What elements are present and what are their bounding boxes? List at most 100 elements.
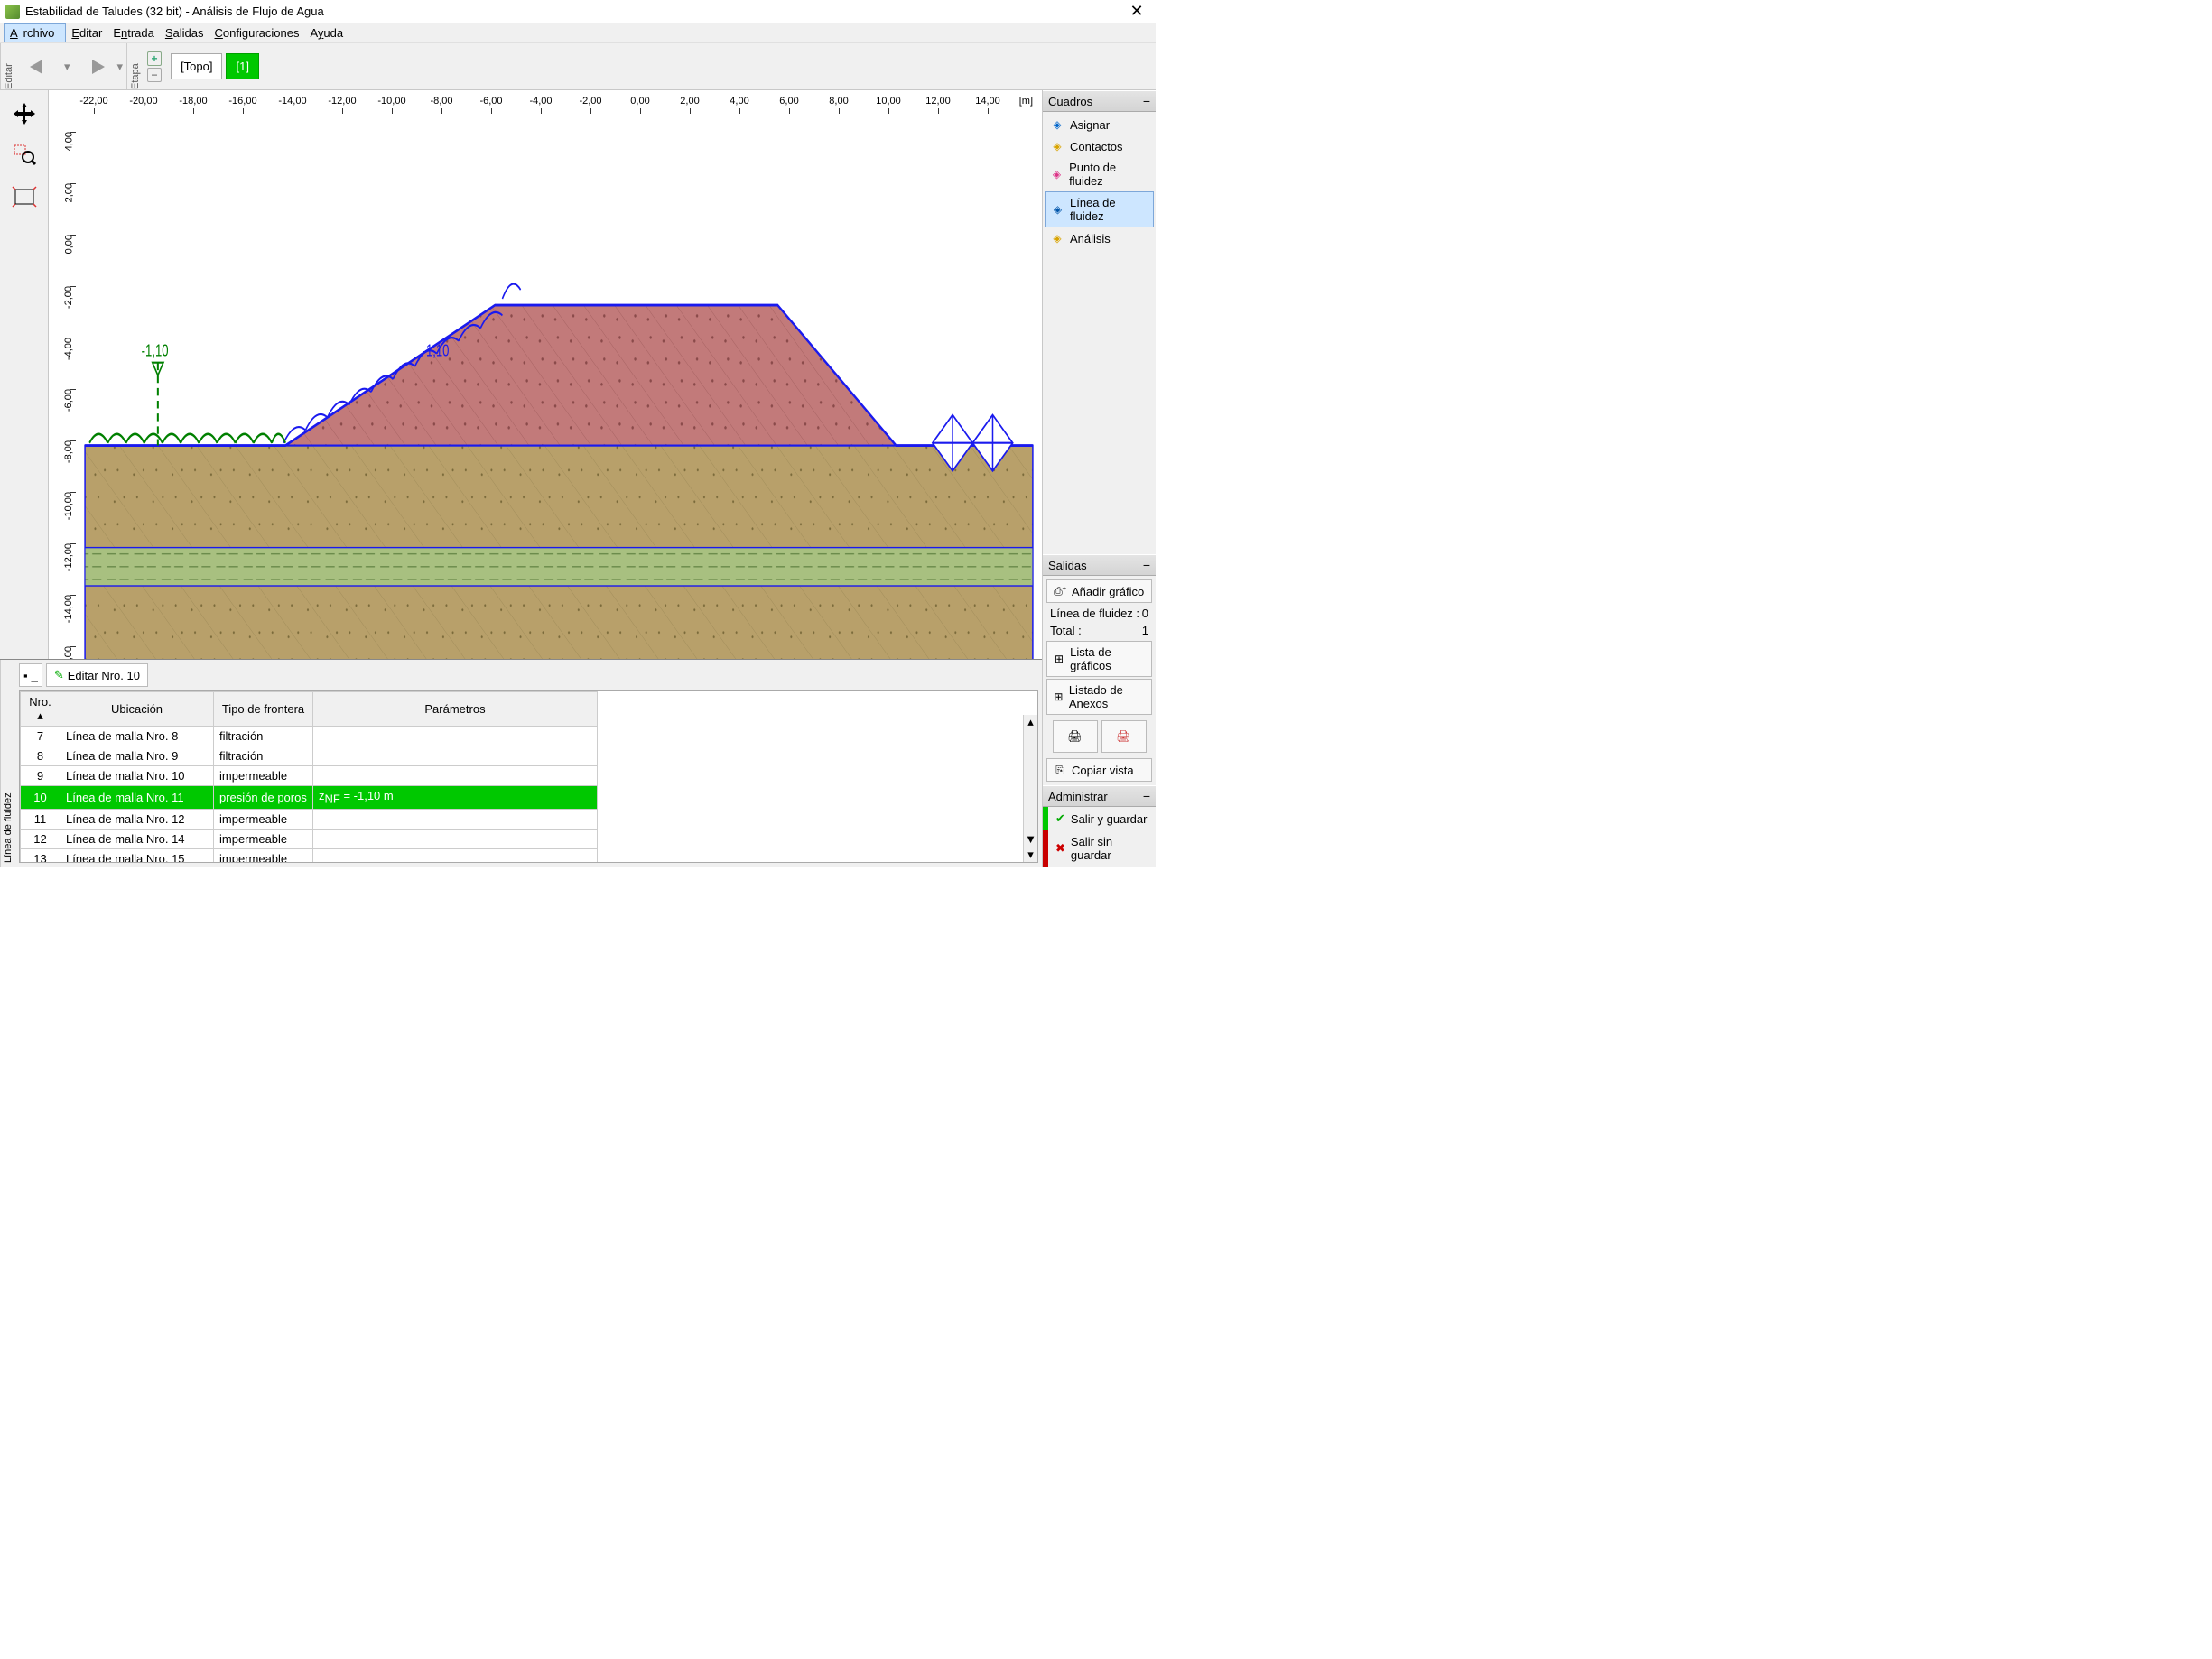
- admin-body: ✔ Salir y guardar ✖ Salir sin guardar: [1043, 807, 1156, 867]
- col-tipo[interactable]: Tipo de frontera: [214, 692, 313, 727]
- admin-minimize[interactable]: −: [1143, 789, 1150, 803]
- bottom-vtitle: Línea de fluidez: [0, 660, 15, 867]
- stage-tab-topo[interactable]: [Topo]: [171, 53, 222, 79]
- ruler-unit: [m]: [1019, 96, 1033, 107]
- list-icon: ⊞: [1053, 652, 1065, 666]
- bottom-panel: Línea de fluidez ▪_ ✎ Editar Nro. 10 Nro…: [0, 659, 1042, 867]
- add-graphic-button[interactable]: ⎙⁺ Añadir gráfico: [1046, 579, 1152, 603]
- data-table[interactable]: Nro. ▴ Ubicación Tipo de frontera Paráme…: [19, 690, 1038, 863]
- ruler-x-label: -6,00: [479, 96, 502, 107]
- etapa-vlabel: Etapa: [126, 43, 144, 89]
- stage-remove-button[interactable]: −: [147, 68, 162, 82]
- table-row[interactable]: 9Línea de malla Nro. 10impermeable: [21, 766, 598, 786]
- add-graphic-icon: ⎙⁺: [1053, 584, 1067, 598]
- ruler-x-label: -14,00: [278, 96, 306, 107]
- menu-ayuda[interactable]: Ayuda: [304, 24, 349, 42]
- ruler-y-label: -8,00: [63, 440, 74, 463]
- undo-button[interactable]: [19, 51, 62, 83]
- ruler-y-label: -2,00: [63, 286, 74, 309]
- copy-view-button[interactable]: ⎘ Copiar vista: [1046, 758, 1152, 782]
- ruler-x-label: -4,00: [529, 96, 552, 107]
- ruler-y-label: -6,00: [63, 389, 74, 412]
- ruler-x-label: -18,00: [179, 96, 207, 107]
- zoom-tool[interactable]: [5, 135, 44, 175]
- cuadros-body: ◈Asignar◈Contactos◈Punto de fluidez◈Líne…: [1043, 112, 1156, 251]
- ruler-x-label: -10,00: [377, 96, 405, 107]
- pencil-icon: ✎: [54, 668, 64, 682]
- list-graphics-button[interactable]: ⊞ Lista de gráficos: [1046, 641, 1152, 677]
- salidas-minimize[interactable]: −: [1143, 558, 1150, 572]
- print-red-button[interactable]: 🖨: [1101, 720, 1147, 753]
- ruler-x-label: -16,00: [228, 96, 256, 107]
- table-row[interactable]: 12Línea de malla Nro. 14impermeable: [21, 829, 598, 848]
- print-button[interactable]: 🖨: [1053, 720, 1098, 753]
- admin-header: Administrar −: [1043, 785, 1156, 807]
- cuadros-minimize[interactable]: −: [1143, 94, 1150, 108]
- cuadros-header: Cuadros −: [1043, 90, 1156, 112]
- table-row[interactable]: 11Línea de malla Nro. 12impermeable: [21, 809, 598, 829]
- extents-tool[interactable]: [5, 177, 44, 217]
- annex-icon: ⊞: [1053, 690, 1064, 704]
- point-icon: ◈: [1050, 167, 1064, 181]
- cuadros-item-contacts[interactable]: ◈Contactos: [1045, 135, 1154, 157]
- col-param[interactable]: Parámetros: [313, 692, 598, 727]
- ruler-x-label: 10,00: [876, 96, 901, 107]
- cuadros-item-point[interactable]: ◈Punto de fluidez: [1045, 157, 1154, 191]
- contacts-icon: ◈: [1050, 139, 1064, 153]
- water-label-slope: -1,10: [423, 343, 450, 361]
- ruler-x-label: 2,00: [680, 96, 699, 107]
- ruler-x-label: 0,00: [630, 96, 649, 107]
- table-scrollbar[interactable]: ▴ ▼ ▾: [1023, 715, 1037, 862]
- undo-dropdown[interactable]: ▾: [64, 60, 70, 74]
- ruler-y-label: -4,00: [63, 338, 74, 360]
- salidas-body: ⎙⁺ Añadir gráfico Línea de fluidez :0Tot…: [1043, 576, 1156, 785]
- menu-bar: Archivo Editar Entrada Salidas Configura…: [0, 23, 1156, 43]
- editar-vlabel: Editar: [0, 43, 17, 89]
- ruler-y-label: 0,00: [63, 235, 74, 254]
- ruler-y-label: 2,00: [63, 183, 74, 202]
- toggle-toolbar-button[interactable]: ▪_: [19, 663, 42, 687]
- copy-icon: ⎘: [1053, 763, 1067, 777]
- redo-dropdown[interactable]: ▾: [117, 60, 124, 74]
- pan-tool[interactable]: [5, 94, 44, 134]
- ruler-x-label: 6,00: [779, 96, 798, 107]
- cuadros-item-line[interactable]: ◈Línea de fluidez: [1045, 191, 1154, 227]
- title-bar: Estabilidad de Taludes (32 bit) - Anális…: [0, 0, 1156, 23]
- list-annex-button[interactable]: ⊞ Listado de Anexos: [1046, 679, 1152, 715]
- menu-entrada[interactable]: Entrada: [107, 24, 160, 42]
- ruler-y-label: -10,00: [63, 492, 74, 520]
- ruler-x-label: 4,00: [730, 96, 748, 107]
- ruler-x-label: -22,00: [79, 96, 107, 107]
- cuadros-item-assign[interactable]: ◈Asignar: [1045, 114, 1154, 135]
- stage-tab-1[interactable]: [1]: [226, 53, 258, 79]
- printer-icon: 🖨: [1067, 729, 1083, 744]
- redo-button[interactable]: [72, 51, 116, 83]
- col-nro[interactable]: Nro. ▴: [21, 692, 60, 727]
- save-exit-button[interactable]: ✔ Salir y guardar: [1043, 807, 1156, 830]
- col-ubicacion[interactable]: Ubicación: [60, 692, 214, 727]
- table-row[interactable]: 7Línea de malla Nro. 8filtración: [21, 727, 598, 746]
- stage-add-button[interactable]: +: [147, 51, 162, 66]
- check-icon: ✔: [1055, 811, 1065, 826]
- ruler-y-label: 4,00: [63, 132, 74, 151]
- exit-nosave-button[interactable]: ✖ Salir sin guardar: [1043, 830, 1156, 867]
- salidas-header: Salidas −: [1043, 554, 1156, 576]
- menu-configuraciones[interactable]: Configuraciones: [209, 24, 305, 42]
- table-row[interactable]: 8Línea de malla Nro. 9filtración: [21, 746, 598, 766]
- menu-editar[interactable]: Editar: [66, 24, 107, 42]
- menu-archivo[interactable]: Archivo: [4, 23, 66, 42]
- x-icon: ✖: [1055, 841, 1065, 856]
- table-row[interactable]: 13Línea de malla Nro. 15impermeable: [21, 848, 598, 863]
- ruler-x-label: 8,00: [829, 96, 848, 107]
- analysis-icon: ◈: [1050, 231, 1064, 246]
- window-close-button[interactable]: ✕: [1123, 2, 1150, 21]
- edit-row-button[interactable]: ✎ Editar Nro. 10: [46, 663, 148, 687]
- menu-salidas[interactable]: Salidas: [160, 24, 209, 42]
- salidas-stat: Línea de fluidez :0: [1045, 605, 1154, 622]
- ruler-x-label: -20,00: [129, 96, 157, 107]
- ruler-x-label: 12,00: [925, 96, 951, 107]
- cuadros-item-analysis[interactable]: ◈Análisis: [1045, 227, 1154, 249]
- table-row[interactable]: 10Línea de malla Nro. 11presión de poros…: [21, 786, 598, 810]
- ruler-x-label: 14,00: [975, 96, 1000, 107]
- ruler-horizontal: [m] -22,00-20,00-18,00-16,00-14,00-12,00…: [76, 90, 1042, 114]
